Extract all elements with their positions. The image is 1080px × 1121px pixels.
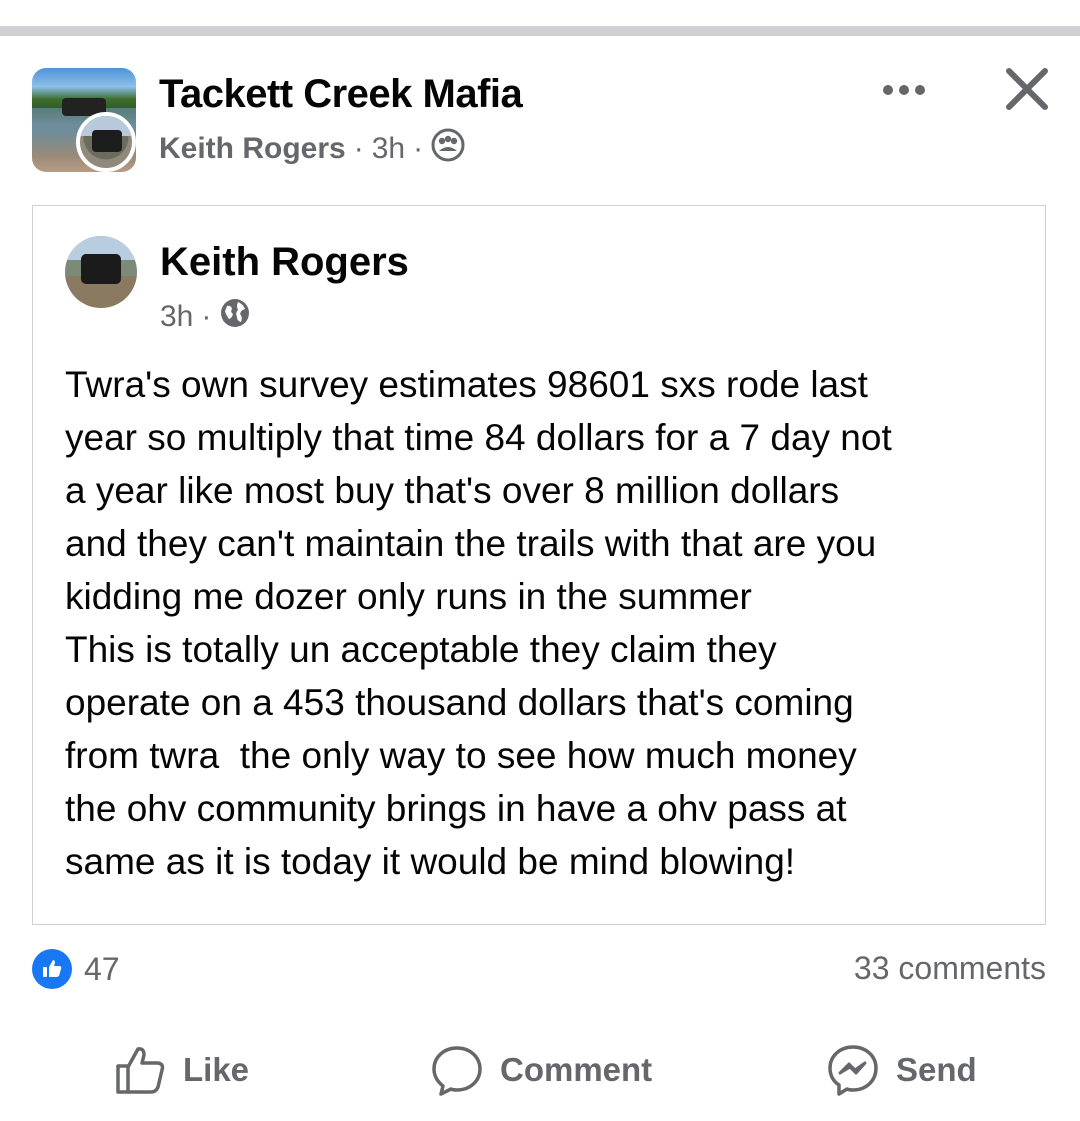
comment-bubble-icon xyxy=(430,1043,484,1097)
post-text-line: operate on a 453 thousand dollars that's… xyxy=(65,682,854,723)
post-text-line: year so multiply that time 84 dollars fo… xyxy=(65,417,892,458)
send-label: Send xyxy=(896,1051,977,1088)
post-text-line: same as it is today it would be mind blo… xyxy=(65,841,796,882)
group-members-icon xyxy=(431,128,465,170)
meta-separator: · xyxy=(353,132,364,165)
post-text-line: a year like most buy that's over 8 milli… xyxy=(65,470,840,511)
comment-button[interactable]: Comment xyxy=(430,1038,652,1102)
send-button[interactable]: Send xyxy=(826,1038,977,1102)
post-text-line: the ohv community brings in have a ohv p… xyxy=(65,788,847,829)
post-text-line: kidding me dozer only runs in the summer xyxy=(65,576,752,617)
more-options-icon[interactable] xyxy=(874,70,934,110)
shared-post-meta: 3h · xyxy=(160,298,251,336)
post-body-text: Twra's own survey estimates 98601 sxs ro… xyxy=(65,358,1035,888)
meta-separator: · xyxy=(413,132,424,165)
globe-icon xyxy=(219,297,251,337)
post-time[interactable]: 3h xyxy=(372,132,405,166)
post-text-line: This is totally un acceptable they claim… xyxy=(65,629,777,670)
post-text-line: and they can't maintain the trails with … xyxy=(65,523,877,564)
post-text-line: from twra the only way to see how much m… xyxy=(65,735,857,776)
post-meta-line: Keith Rogers · 3h · xyxy=(159,128,465,170)
shared-post-card[interactable]: Keith Rogers 3h · Twra's own survey esti… xyxy=(32,205,1046,925)
author-avatar[interactable] xyxy=(65,236,137,308)
top-divider xyxy=(0,26,1080,36)
like-label: Like xyxy=(183,1051,250,1088)
like-count: 47 xyxy=(84,950,120,987)
author-link[interactable]: Keith Rogers xyxy=(159,132,346,166)
close-icon[interactable] xyxy=(1000,62,1054,116)
thumbs-up-reaction-icon xyxy=(32,949,72,989)
comment-label: Comment xyxy=(500,1051,653,1088)
meta-separator: · xyxy=(201,300,212,333)
group-avatar[interactable] xyxy=(32,68,138,174)
thumbs-up-icon xyxy=(113,1043,167,1097)
like-button[interactable]: Like xyxy=(113,1038,249,1102)
author-mini-avatar[interactable] xyxy=(76,112,136,172)
post-text-line: Twra's own survey estimates 98601 sxs ro… xyxy=(65,364,868,405)
comments-count[interactable]: 33 comments xyxy=(854,950,1046,987)
shared-post-time[interactable]: 3h xyxy=(160,300,193,334)
group-name[interactable]: Tackett Creek Mafia xyxy=(159,72,523,117)
shared-author-name[interactable]: Keith Rogers xyxy=(160,240,409,285)
messenger-icon xyxy=(826,1043,880,1097)
reactions-summary[interactable]: 47 xyxy=(32,948,120,990)
